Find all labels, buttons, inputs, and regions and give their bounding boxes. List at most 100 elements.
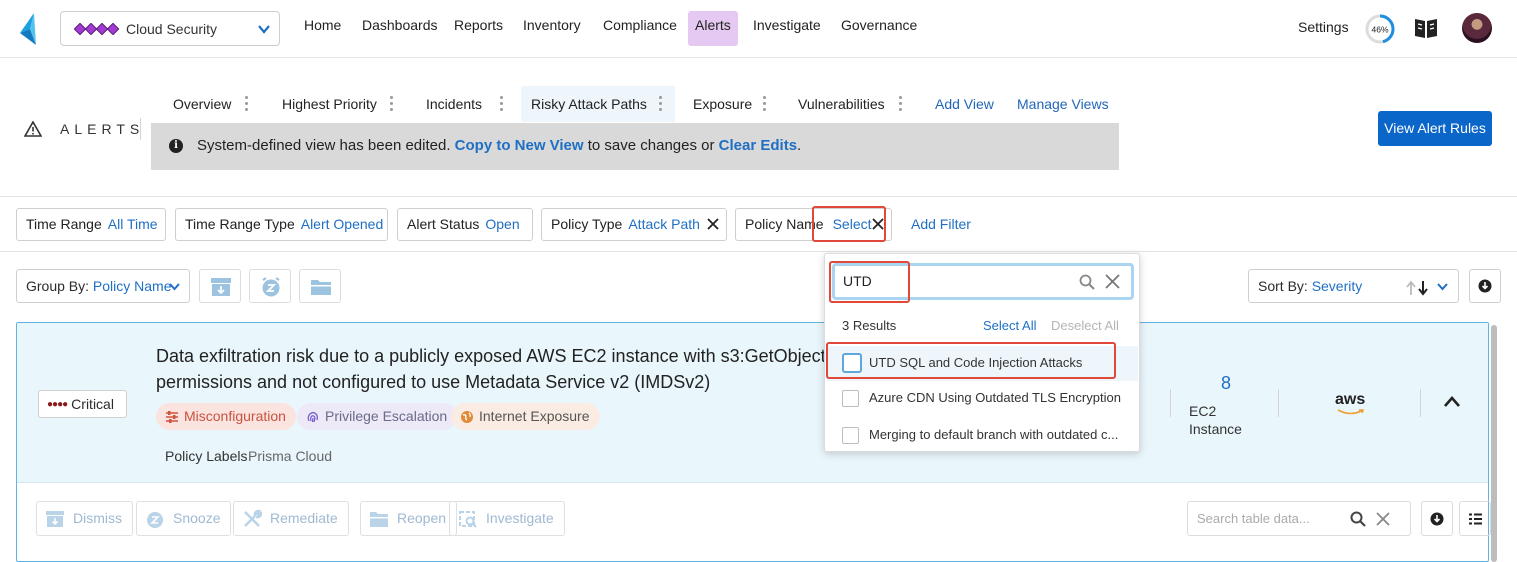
close-icon[interactable] — [1105, 274, 1120, 289]
investigate-icon — [459, 511, 477, 528]
tab-exposure[interactable]: Exposure — [693, 96, 752, 112]
severity-badge: ●●●● Critical — [38, 390, 127, 418]
tab-highest-priority[interactable]: Highest Priority — [282, 96, 377, 112]
checkbox[interactable] — [842, 427, 859, 444]
page-title: ALERTS — [60, 121, 145, 137]
edited-view-banner: i System-defined view has been edited. C… — [151, 123, 1119, 170]
folder-button[interactable] — [299, 269, 341, 303]
search-icon[interactable] — [1350, 511, 1366, 527]
action-label: Remediate — [270, 510, 338, 526]
kebab-icon[interactable] — [245, 96, 249, 112]
filter-alert-status[interactable]: Alert Status Open — [397, 208, 533, 241]
kebab-icon[interactable] — [500, 96, 504, 112]
table-download-button[interactable] — [1421, 501, 1453, 536]
add-view-link[interactable]: Add View — [935, 96, 994, 112]
action-label: Reopen — [397, 510, 447, 526]
nav-reports[interactable]: Reports — [454, 17, 503, 33]
option-label: Merging to default branch with outdated … — [869, 427, 1119, 442]
kebab-icon[interactable] — [390, 96, 394, 112]
table-search-placeholder: Search table data... — [1197, 511, 1310, 526]
group-by-value: Policy Name — [92, 278, 172, 294]
deselect-all-link[interactable]: Deselect All — [1051, 318, 1119, 333]
asset-count[interactable]: 8 — [1221, 373, 1231, 394]
option-label: Azure CDN Using Outdated TLS Encryption — [869, 390, 1121, 405]
nav-home[interactable]: Home — [304, 17, 341, 33]
investigate-button[interactable]: Investigate — [449, 501, 565, 536]
snooze-icon — [262, 277, 280, 297]
column-settings-button[interactable] — [1459, 501, 1491, 536]
add-filter-link[interactable]: Add Filter — [911, 216, 971, 232]
tag-label: Misconfiguration — [184, 408, 286, 424]
avatar[interactable] — [1462, 13, 1492, 43]
progress-ring[interactable]: 46% — [1364, 13, 1396, 45]
snooze-button[interactable] — [249, 269, 291, 303]
download-button[interactable] — [1469, 269, 1501, 303]
alert-group-header[interactable]: ●●●● Critical Data exfiltration risk due … — [17, 323, 1488, 483]
kebab-icon[interactable] — [659, 96, 663, 112]
highlight-box — [826, 342, 1116, 379]
sort-by-value: Severity — [1311, 278, 1363, 294]
filter-time-range[interactable]: Time Range All Time — [16, 208, 166, 241]
kebab-icon[interactable] — [763, 96, 767, 112]
book-icon[interactable] — [1414, 17, 1438, 39]
close-icon[interactable] — [707, 218, 719, 230]
nav-dashboards[interactable]: Dashboards — [362, 17, 438, 33]
nav-governance[interactable]: Governance — [841, 17, 917, 33]
sort-by-select[interactable]: Sort By: Severity — [1248, 269, 1459, 303]
group-by-select[interactable]: Group By: Policy Name — [16, 269, 190, 303]
progress-label: 46% — [1371, 25, 1388, 35]
action-label: Dismiss — [73, 510, 122, 526]
tab-overview[interactable]: Overview — [173, 96, 231, 112]
archive-button[interactable] — [199, 269, 241, 303]
tab-risky-attack-paths[interactable]: Risky Attack Paths — [531, 96, 647, 112]
banner-text: . — [797, 137, 802, 154]
sliders-icon — [166, 411, 178, 423]
close-icon[interactable] — [1376, 512, 1390, 526]
snooze-icon — [147, 512, 163, 528]
policy-title[interactable]: Data exfiltration risk due to a publicly… — [156, 343, 876, 395]
nav-inventory[interactable]: Inventory — [523, 17, 581, 33]
tenant-name: Cloud Security — [126, 21, 218, 37]
copy-to-new-view-link[interactable]: Copy to New View — [455, 137, 584, 154]
nav-investigate[interactable]: Investigate — [753, 17, 821, 33]
nav-alerts[interactable]: Alerts — [695, 17, 731, 33]
severity-dots-icon: ●●●● — [47, 399, 68, 410]
tenant-icon — [74, 23, 120, 35]
table-search-input[interactable]: Search table data... — [1187, 501, 1411, 536]
sort-direction-icon[interactable] — [1406, 280, 1434, 296]
view-alert-rules-button[interactable]: View Alert Rules — [1378, 111, 1492, 146]
settings-link[interactable]: Settings — [1298, 19, 1349, 35]
tag-label: Internet Exposure — [479, 408, 590, 424]
tab-vulnerabilities[interactable]: Vulnerabilities — [798, 96, 885, 112]
dismiss-button[interactable]: Dismiss — [36, 501, 133, 536]
filter-label: Alert Status — [407, 216, 480, 232]
select-all-link[interactable]: Select All — [983, 318, 1036, 333]
snooze-button[interactable]: Snooze — [136, 501, 232, 536]
divider — [1170, 389, 1171, 417]
columns-icon — [1469, 513, 1482, 525]
results-count: 3 Results — [842, 318, 897, 333]
filter-value: Open — [485, 216, 520, 232]
logo-icon[interactable] — [20, 13, 48, 45]
nav-compliance[interactable]: Compliance — [603, 17, 677, 33]
reopen-button[interactable]: Reopen — [360, 501, 458, 536]
policy-labels-value: Prisma Cloud — [248, 448, 333, 464]
highlight-box — [829, 261, 910, 303]
clear-edits-link[interactable]: Clear Edits — [719, 137, 797, 154]
kebab-icon[interactable] — [899, 96, 903, 112]
asset-type: EC2 Instance — [1189, 403, 1242, 437]
remediate-button[interactable]: Remediate — [233, 501, 349, 536]
scrollbar[interactable] — [1491, 325, 1497, 562]
filter-policy-type[interactable]: Policy Type Attack Path — [541, 208, 727, 241]
tenant-selector[interactable]: Cloud Security — [60, 11, 280, 46]
chevron-up-icon[interactable] — [1443, 395, 1461, 409]
tab-incidents[interactable]: Incidents — [426, 96, 482, 112]
group-by-label: Group By: — [26, 278, 90, 294]
filter-time-range-type[interactable]: Time Range Type Alert Opened — [175, 208, 388, 241]
manage-views-link[interactable]: Manage Views — [1017, 96, 1109, 112]
checkbox[interactable] — [842, 390, 859, 407]
sort-by-label: Sort By: — [1258, 278, 1308, 294]
search-icon[interactable] — [1079, 274, 1095, 290]
filter-value: All Time — [107, 216, 158, 232]
folder-icon — [370, 512, 388, 527]
